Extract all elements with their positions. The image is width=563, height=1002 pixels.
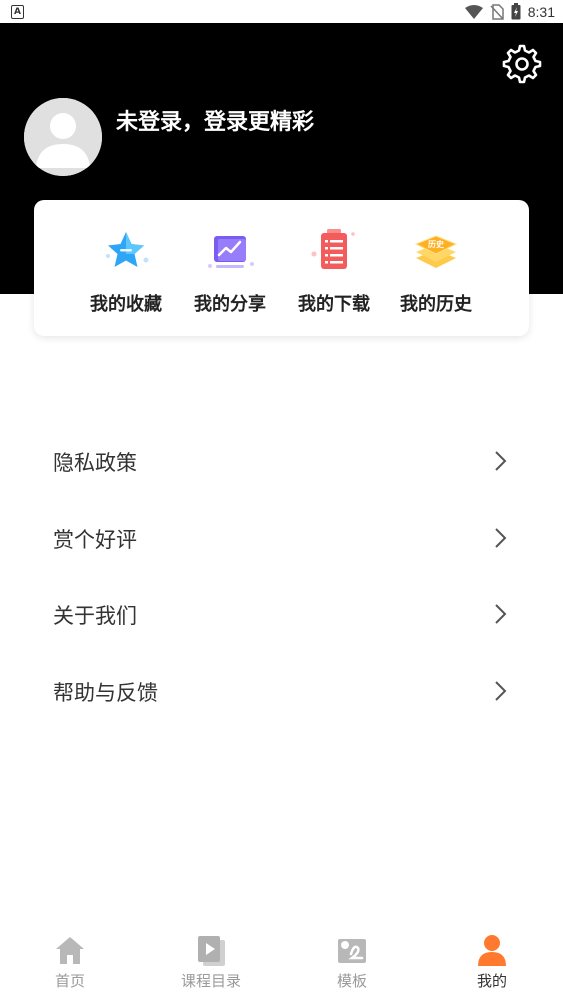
menu-item-label: 赏个好评 [53, 528, 137, 552]
home-icon [56, 937, 84, 964]
course-catalog-icon [198, 936, 225, 966]
menu-item-label: 隐私政策 [53, 451, 137, 475]
avatar[interactable] [24, 98, 102, 176]
download-list-icon [311, 229, 355, 269]
login-prompt[interactable]: 未登录，登录更精彩 [116, 104, 314, 136]
quick-action-label: 我的下载 [298, 294, 370, 315]
profile-icon [478, 935, 506, 966]
star-icon [106, 232, 149, 267]
settings-gear-icon[interactable] [501, 43, 543, 85]
clock: 8:31 [527, 3, 555, 20]
bottom-tab-bar: 首页 课程目录 模板 我的 [0, 926, 563, 1002]
battery-charging-icon [511, 3, 521, 20]
no-sim-icon [490, 3, 504, 20]
quick-action-history[interactable]: 历史 我的历史 [386, 224, 486, 324]
chevron-right-icon [495, 451, 507, 471]
tab-label: 课程目录 [180, 972, 241, 990]
tab-template[interactable]: 模板 [292, 926, 412, 1002]
quick-actions-card: 我的收藏 我的分享 我的下载 历史 我的历史 [34, 200, 529, 336]
quick-action-favorites[interactable]: 我的收藏 [76, 224, 176, 324]
quick-action-label: 我的历史 [400, 294, 472, 315]
tab-label: 模板 [336, 972, 367, 990]
status-icons: 8:31 [464, 3, 555, 20]
tab-mine[interactable]: 我的 [432, 926, 552, 1002]
tab-label: 我的 [476, 972, 507, 990]
tab-home[interactable]: 首页 [10, 926, 130, 1002]
menu-item-privacy-policy[interactable]: 隐私政策 [0, 431, 563, 491]
chevron-right-icon [495, 604, 507, 624]
quick-action-share[interactable]: 我的分享 [180, 224, 280, 324]
tab-label: 首页 [54, 972, 85, 990]
chevron-right-icon [495, 528, 507, 548]
history-icon: 历史 [414, 235, 458, 268]
notification-a-icon: A [11, 5, 24, 19]
menu-item-about-us[interactable]: 关于我们 [0, 584, 563, 644]
template-icon [338, 939, 366, 963]
default-avatar-icon [24, 98, 102, 176]
quick-action-label: 我的收藏 [90, 294, 162, 315]
share-chart-icon [208, 236, 254, 268]
quick-action-downloads[interactable]: 我的下载 [284, 224, 384, 324]
quick-action-label: 我的分享 [194, 294, 266, 315]
menu-item-label: 帮助与反馈 [53, 681, 158, 705]
menu-item-rate-app[interactable]: 赏个好评 [0, 508, 563, 568]
menu-item-label: 关于我们 [53, 604, 137, 628]
tab-course-catalog[interactable]: 课程目录 [151, 926, 271, 1002]
menu-item-help-feedback[interactable]: 帮助与反馈 [0, 661, 563, 721]
history-icon-text: 历史 [428, 239, 445, 249]
chevron-right-icon [495, 681, 507, 701]
wifi-icon [464, 4, 483, 19]
status-bar: A 8:31 [0, 0, 563, 23]
